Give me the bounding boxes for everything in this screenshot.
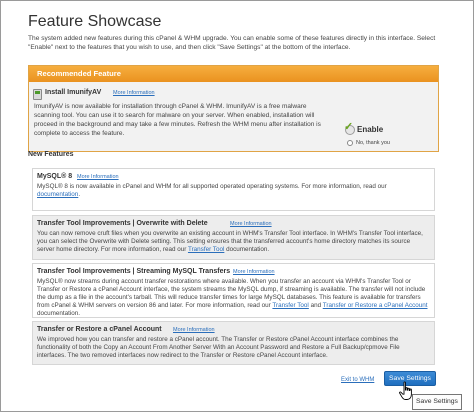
checkmark-icon: ✓ (344, 121, 354, 133)
feature-description-end: documentation. (37, 310, 81, 317)
page-title: Feature Showcase (28, 13, 162, 30)
recommended-feature-description: ImunifyAV is now available for installat… (34, 103, 321, 137)
feature-item-mysql8: MySQL® 8 More Information MySQL® 8 is no… (32, 168, 435, 211)
feature-description-end: documentation. (224, 246, 270, 253)
feature-more-info-link[interactable]: More Information (77, 174, 119, 180)
feature-showcase-window: Feature Showcase The system added new fe… (0, 0, 474, 412)
recommended-feature-panel: Recommended Feature Install ImunifyAV Mo… (28, 65, 439, 152)
feature-description-text: MySQL® 8 is now available in cPanel and … (37, 183, 387, 190)
feature-more-info-link[interactable]: More Information (233, 269, 275, 275)
feature-more-info-link[interactable]: More Information (230, 221, 272, 227)
installer-icon (33, 89, 42, 100)
intro-text: The system added new features during thi… (28, 35, 436, 51)
recommended-feature-name: Install ImunifyAV (45, 89, 102, 96)
feature-description-text: We improved how you can transfer and res… (37, 336, 400, 359)
save-settings-tooltip: Save Settings (412, 394, 462, 410)
recommended-feature-header: Recommended Feature (29, 66, 438, 82)
feature-name: Transfer or Restore a cPanel Account (37, 326, 162, 333)
no-thanks-label[interactable]: No, thank you (356, 140, 390, 146)
transfer-tool-link[interactable]: Transfer Tool (272, 302, 308, 309)
feature-description: You can now remove cruft files when you … (37, 230, 429, 254)
feature-description-middle: and (308, 302, 323, 309)
exit-to-whm-link[interactable]: Exit to WHM (341, 377, 374, 383)
enable-label[interactable]: Enable (357, 125, 383, 134)
transfer-or-restore-link[interactable]: Transfer or Restore a cPanel Account (323, 302, 428, 309)
feature-description: MySQL® 8 is now available in cPanel and … (37, 183, 429, 199)
no-thanks-radio[interactable] (347, 140, 353, 146)
feature-name: Transfer Tool Improvements | Streaming M… (37, 268, 231, 275)
feature-description-end: . (78, 191, 81, 198)
recommended-feature-body: Install ImunifyAV More Information Imuni… (29, 82, 438, 151)
feature-item-overwrite-with-delete: Transfer Tool Improvements | Overwrite w… (32, 215, 435, 260)
feature-name: MySQL® 8 (37, 173, 73, 180)
recommended-more-info-link[interactable]: More Information (113, 90, 155, 96)
feature-item-streaming-mysql: Transfer Tool Improvements | Streaming M… (32, 263, 435, 318)
new-features-heading: New Features (28, 151, 74, 158)
feature-more-info-link[interactable]: More Information (173, 327, 215, 333)
documentation-link[interactable]: documentation (37, 191, 78, 198)
feature-name: Transfer Tool Improvements | Overwrite w… (37, 220, 208, 227)
transfer-tool-link[interactable]: Transfer Tool (188, 246, 224, 253)
feature-item-transfer-or-restore: Transfer or Restore a cPanel Account Mor… (32, 321, 435, 365)
feature-description: MySQL® now streams during account transf… (37, 278, 429, 318)
feature-description: We improved how you can transfer and res… (37, 336, 429, 360)
